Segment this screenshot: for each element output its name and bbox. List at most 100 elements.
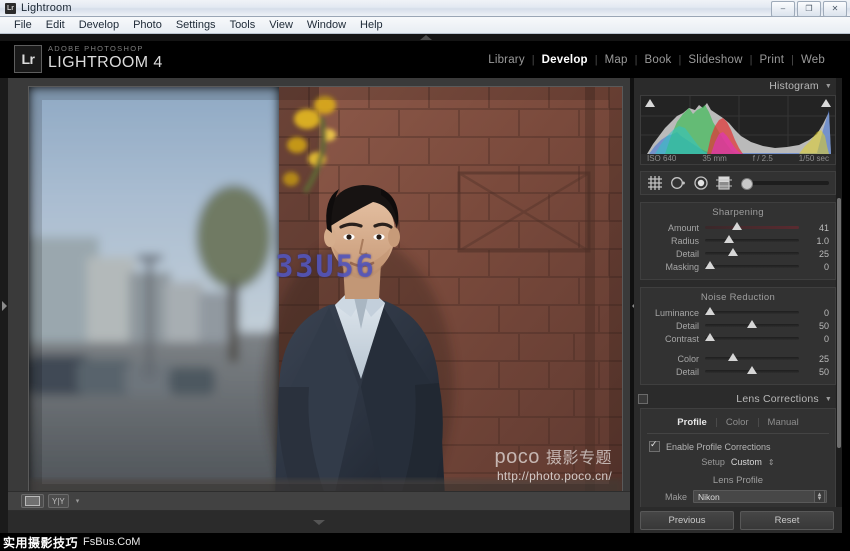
- slider-track[interactable]: [704, 307, 799, 315]
- module-book[interactable]: Book: [637, 54, 678, 66]
- setup-value[interactable]: Custom: [731, 457, 762, 467]
- module-develop[interactable]: Develop: [535, 54, 595, 66]
- module-slideshow[interactable]: Slideshow: [681, 54, 749, 66]
- previous-button[interactable]: Previous: [640, 510, 734, 530]
- lens-make-row[interactable]: Make Nikon ▲ ▼: [641, 489, 835, 504]
- slider-nr-detail[interactable]: Detail 50: [641, 319, 835, 332]
- tab-manual[interactable]: Manual: [759, 417, 808, 428]
- histogram-exif: ISO 640 35 mm f / 2.5 1/50 sec: [641, 154, 835, 163]
- menu-item-develop[interactable]: Develop: [72, 18, 126, 32]
- graduated-filter-icon[interactable]: [716, 176, 732, 190]
- slider-label: Contrast: [664, 333, 699, 344]
- slider-color-detail[interactable]: Detail 50: [641, 365, 835, 378]
- menu-item-file[interactable]: File: [7, 18, 39, 32]
- menu-item-tools[interactable]: Tools: [223, 18, 263, 32]
- slider-knob[interactable]: [704, 307, 715, 315]
- slider-detail[interactable]: Detail 25: [641, 247, 835, 260]
- lens-corrections-switch[interactable]: [638, 394, 648, 404]
- slider-track[interactable]: [705, 366, 799, 374]
- site-watermark-en: FsBus.CoM: [83, 536, 141, 548]
- slider-track[interactable]: [704, 261, 799, 269]
- module-map[interactable]: Map: [598, 54, 635, 66]
- slider-value: 1.0: [816, 235, 829, 246]
- lens-profile-title: Lens Profile: [712, 475, 764, 486]
- before-after-button[interactable]: Y|Y: [48, 494, 69, 508]
- menu-item-help[interactable]: Help: [353, 18, 390, 32]
- highlight-clipping-indicator[interactable]: [821, 99, 831, 107]
- module-print[interactable]: Print: [752, 54, 791, 66]
- slider-track[interactable]: [705, 248, 799, 256]
- slider-track[interactable]: [705, 235, 799, 243]
- slider-color[interactable]: Color 25: [641, 352, 835, 365]
- slider-knob[interactable]: [724, 235, 735, 243]
- photo-image: [29, 87, 622, 497]
- menu-item-window[interactable]: Window: [300, 18, 353, 32]
- slider-knob[interactable]: [728, 248, 739, 256]
- menu-item-photo[interactable]: Photo: [126, 18, 169, 32]
- maximize-button[interactable]: ❐: [797, 1, 821, 17]
- setup-stepper-icon[interactable]: ⇕: [768, 458, 775, 467]
- reset-button[interactable]: Reset: [740, 510, 834, 530]
- slider-knob[interactable]: [747, 366, 757, 374]
- menu-item-view[interactable]: View: [262, 18, 300, 32]
- adjustment-brush-slider[interactable]: [741, 178, 829, 190]
- chevron-right-icon: [1, 301, 7, 311]
- menu-item-settings[interactable]: Settings: [169, 18, 223, 32]
- sharpening-section: Sharpening Amount 41 Radius 1.0 Detail 2…: [640, 202, 836, 280]
- filmstrip-toggle[interactable]: [8, 511, 630, 533]
- lens-corrections-header[interactable]: Lens Corrections ▼: [634, 391, 842, 407]
- shadow-clipping-indicator[interactable]: [645, 99, 655, 107]
- slider-nr-contrast[interactable]: Contrast 0: [641, 332, 835, 345]
- lens-make-field[interactable]: Nikon ▲ ▼: [693, 490, 827, 503]
- window-title-text: Lightroom: [21, 2, 72, 14]
- window-title-bar: Lr Lightroom – ❐ ✕: [0, 0, 850, 17]
- close-button[interactable]: ✕: [823, 1, 847, 17]
- enable-profile-corrections-row[interactable]: Enable Profile Corrections: [641, 439, 835, 454]
- slider-track[interactable]: [705, 222, 799, 230]
- slider-track[interactable]: [705, 353, 799, 361]
- slider-label: Color: [677, 353, 699, 364]
- tab-profile[interactable]: Profile: [668, 417, 716, 428]
- noise-reduction-title: Noise Reduction: [700, 292, 776, 303]
- slider-knob[interactable]: [747, 320, 757, 328]
- adjustment-brush-knob[interactable]: [741, 178, 753, 190]
- slider-value: 41: [818, 222, 829, 233]
- lightroom-window: Lr Lightroom – ❐ ✕ File Edit Develop Pho…: [0, 0, 850, 551]
- module-web[interactable]: Web: [794, 54, 832, 66]
- slider-track[interactable]: [705, 320, 799, 328]
- crop-overlay-icon[interactable]: [647, 176, 663, 190]
- slider-label: Detail: [675, 320, 699, 331]
- photo-preview[interactable]: 33U56 poco 摄影专题 http://photo.poco.cn/: [29, 87, 622, 497]
- histogram-header[interactable]: Histogram ▼: [634, 78, 842, 94]
- loupe-view-button[interactable]: [21, 494, 44, 508]
- slider-luminance[interactable]: Luminance 0: [641, 306, 835, 319]
- slider-knob[interactable]: [731, 222, 742, 230]
- slider-value: 0: [823, 333, 829, 344]
- slider-amount[interactable]: Amount 41: [641, 221, 835, 234]
- chevron-up-icon: [420, 35, 432, 40]
- exif-aperture: f / 2.5: [752, 154, 773, 163]
- module-library[interactable]: Library: [481, 54, 532, 66]
- menu-item-edit[interactable]: Edit: [39, 18, 72, 32]
- red-eye-correction-icon[interactable]: [693, 176, 709, 190]
- slider-knob[interactable]: [704, 261, 715, 269]
- left-panel-toggle[interactable]: [0, 296, 8, 316]
- enable-profile-corrections-checkbox[interactable]: [649, 439, 660, 452]
- setup-row[interactable]: Setup Custom ⇕: [641, 454, 835, 470]
- top-panel-toggle[interactable]: [417, 34, 435, 41]
- slider-radius[interactable]: Radius 1.0: [641, 234, 835, 247]
- slider-knob[interactable]: [728, 353, 739, 361]
- slider-track[interactable]: [704, 333, 799, 341]
- before-after-chevron-down-icon[interactable]: ▾: [76, 497, 80, 505]
- tab-color[interactable]: Color: [717, 417, 758, 428]
- stepper-icon[interactable]: ▲▼: [814, 490, 825, 503]
- minimize-button[interactable]: –: [771, 1, 795, 17]
- scrollbar-thumb[interactable]: [837, 198, 841, 448]
- panel-action-buttons: Previous Reset: [634, 507, 842, 533]
- spot-removal-icon[interactable]: [670, 176, 686, 190]
- slider-knob[interactable]: [704, 333, 715, 341]
- site-watermark-cn: 实用摄影技巧: [3, 535, 79, 550]
- slider-label: Detail: [675, 248, 699, 259]
- histogram-panel[interactable]: ISO 640 35 mm f / 2.5 1/50 sec: [640, 95, 836, 165]
- slider-masking[interactable]: Masking 0: [641, 260, 835, 273]
